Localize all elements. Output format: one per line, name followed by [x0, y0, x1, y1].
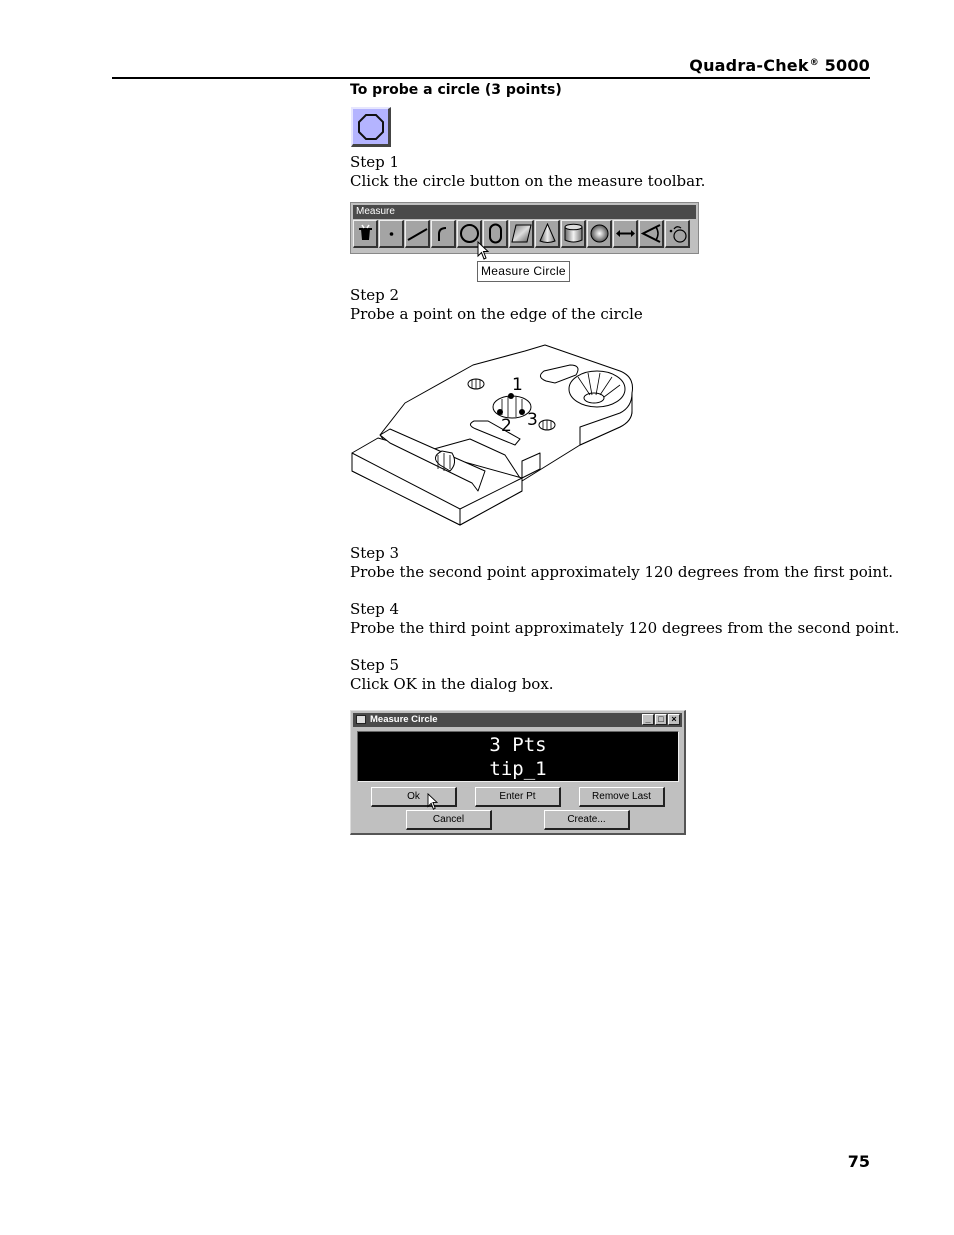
plane-icon [510, 224, 532, 243]
mouse-cursor-icon [427, 793, 438, 810]
tool-arc[interactable] [431, 220, 456, 248]
step-4: Step 4 Probe the third point approximate… [350, 600, 899, 638]
dialog-title-bar[interactable]: Measure Circle _ □ × [353, 713, 682, 727]
measure-toolbar: Measure [350, 202, 699, 254]
display-point-count: 3 Pts [489, 734, 547, 756]
cylinder-icon [564, 223, 582, 243]
point-icon [389, 232, 393, 236]
circle-measure-button[interactable] [351, 107, 391, 147]
point-label-2: 2 [501, 416, 512, 436]
close-button[interactable]: × [668, 714, 680, 725]
line-icon [406, 228, 428, 241]
registered-mark: ® [809, 58, 819, 68]
toolbar-title: Measure [353, 205, 696, 219]
tool-line[interactable] [405, 220, 430, 248]
step-text: Probe the second point approximately 120… [350, 563, 894, 581]
tool-cone[interactable] [535, 220, 560, 248]
step-label: Step 1 [350, 153, 400, 171]
cancel-button[interactable]: Cancel [406, 810, 492, 830]
minimize-button[interactable]: _ [642, 714, 654, 725]
circle-measure-icon [357, 113, 384, 140]
step-text: Click the circle button on the measure t… [350, 172, 706, 190]
step-1: Step 1 Click the circle button on the me… [350, 153, 705, 191]
tool-distance[interactable] [613, 220, 638, 248]
tool-circle-pattern[interactable] [665, 220, 690, 248]
page-number: 75 [847, 1152, 870, 1171]
step-label: Step 3 [350, 544, 400, 562]
system-menu-icon[interactable] [356, 715, 366, 724]
step-text: Probe a point on the edge of the circle [350, 305, 643, 323]
tool-plane[interactable] [509, 220, 534, 248]
measure-circle-dialog: Measure Circle _ □ × 3 Pts tip_1 Ok Ente… [350, 710, 686, 835]
point-label-1: 1 [512, 375, 523, 395]
point-label-3: 3 [527, 410, 538, 430]
step-2: Step 2 Probe a point on the edge of the … [350, 286, 643, 324]
magic-hat-icon [358, 224, 372, 240]
cone-icon [538, 223, 556, 243]
probe-point-2 [497, 409, 503, 415]
tool-sphere[interactable] [587, 220, 612, 248]
step-text: Probe the third point approximately 120 … [350, 619, 900, 637]
product-name: Quadra-Chek [689, 56, 809, 75]
create-button[interactable]: Create... [544, 810, 630, 830]
tool-cylinder[interactable] [561, 220, 586, 248]
step-5: Step 5 Click OK in the dialog box. [350, 656, 554, 694]
maximize-button[interactable]: □ [655, 714, 667, 725]
ok-button[interactable]: Ok [371, 787, 457, 807]
dialog-display: 3 Pts tip_1 [357, 731, 679, 782]
tool-point[interactable] [379, 220, 404, 248]
step-label: Step 5 [350, 656, 400, 674]
step-3: Step 3 Probe the second point approximat… [350, 544, 893, 582]
header-rule [112, 77, 870, 79]
enter-pt-button[interactable]: Enter Pt [475, 787, 561, 807]
step-label: Step 2 [350, 286, 400, 304]
running-header: Quadra-Chek® 5000 [689, 56, 870, 75]
probe-point-3 [519, 409, 525, 415]
tooltip: Measure Circle [477, 261, 570, 282]
section-title: To probe a circle (3 points) [350, 82, 562, 98]
sphere-icon [590, 224, 608, 243]
mouse-cursor-icon [477, 241, 489, 260]
tool-magic-wand[interactable] [353, 220, 378, 248]
part-illustration: 1 2 3 [351, 344, 633, 526]
display-probe-tip: tip_1 [489, 758, 547, 780]
angle-icon [640, 224, 660, 243]
product-model: 5000 [818, 56, 870, 75]
arc-icon [437, 227, 446, 241]
tool-angle[interactable] [639, 220, 664, 248]
step-label: Step 4 [350, 600, 400, 618]
distance-icon [615, 230, 635, 237]
circle-pattern-icon [669, 226, 687, 243]
step-text: Click OK in the dialog box. [350, 675, 554, 693]
remove-last-button[interactable]: Remove Last [579, 787, 665, 807]
dialog-title: Measure Circle [370, 714, 438, 725]
